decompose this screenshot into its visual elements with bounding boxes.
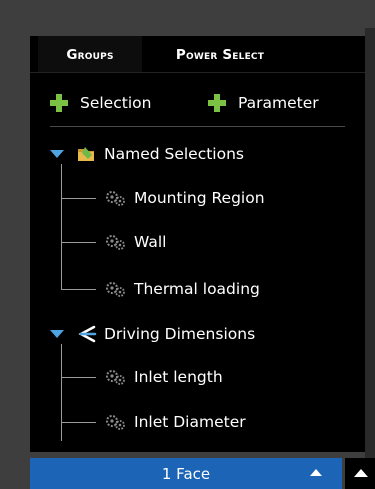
driving-dimensions-icon xyxy=(78,325,97,343)
tree-connector xyxy=(61,344,62,441)
tree-item[interactable]: Thermal loading xyxy=(104,276,260,302)
tree-connector xyxy=(61,242,96,243)
expand-arrow-icon[interactable] xyxy=(50,150,64,158)
caret-up-icon xyxy=(354,469,368,477)
tree-item-label: Inlet length xyxy=(134,368,223,386)
caret-up-icon xyxy=(310,469,322,476)
folder-icon xyxy=(78,147,94,161)
gear-icon xyxy=(106,191,125,206)
tree-node-driving-dimensions[interactable]: Driving Dimensions xyxy=(50,321,255,347)
gear-icon xyxy=(106,282,125,297)
gear-icon xyxy=(106,415,125,430)
tree-item[interactable]: Inlet length xyxy=(104,364,223,390)
gear-icon xyxy=(106,370,125,385)
tree-connector xyxy=(61,289,96,290)
groups-panel: Groups Power Select Selection Parameter xyxy=(30,36,365,452)
gear-icon xyxy=(106,235,125,250)
tree-item[interactable]: Mounting Region xyxy=(104,185,265,211)
expand-arrow-icon[interactable] xyxy=(50,330,64,338)
tree-connector xyxy=(61,377,96,378)
expand-panel-button[interactable] xyxy=(345,458,375,489)
tree-item-label: Mounting Region xyxy=(134,189,265,207)
tree-connector xyxy=(61,422,96,423)
selection-status-dropdown[interactable]: 1 Face xyxy=(30,458,342,489)
tree-node-label: Named Selections xyxy=(104,145,244,163)
panel-right-border xyxy=(365,28,375,489)
tree-connector xyxy=(61,164,62,290)
tree-node-named-selections[interactable]: Named Selections xyxy=(50,141,244,167)
tree-node-label: Driving Dimensions xyxy=(104,325,256,343)
tree-item[interactable]: Inlet Diameter xyxy=(104,409,246,435)
tree-item-label: Wall xyxy=(134,233,167,251)
groups-tree: Named Selections Mounting Region Wall Th… xyxy=(30,36,365,452)
tree-item-label: Inlet Diameter xyxy=(134,413,246,431)
tree-item-label: Thermal loading xyxy=(134,280,260,298)
tree-item[interactable]: Wall xyxy=(104,229,166,255)
selection-count-label: 1 Face xyxy=(161,464,211,483)
tree-connector xyxy=(61,198,96,199)
